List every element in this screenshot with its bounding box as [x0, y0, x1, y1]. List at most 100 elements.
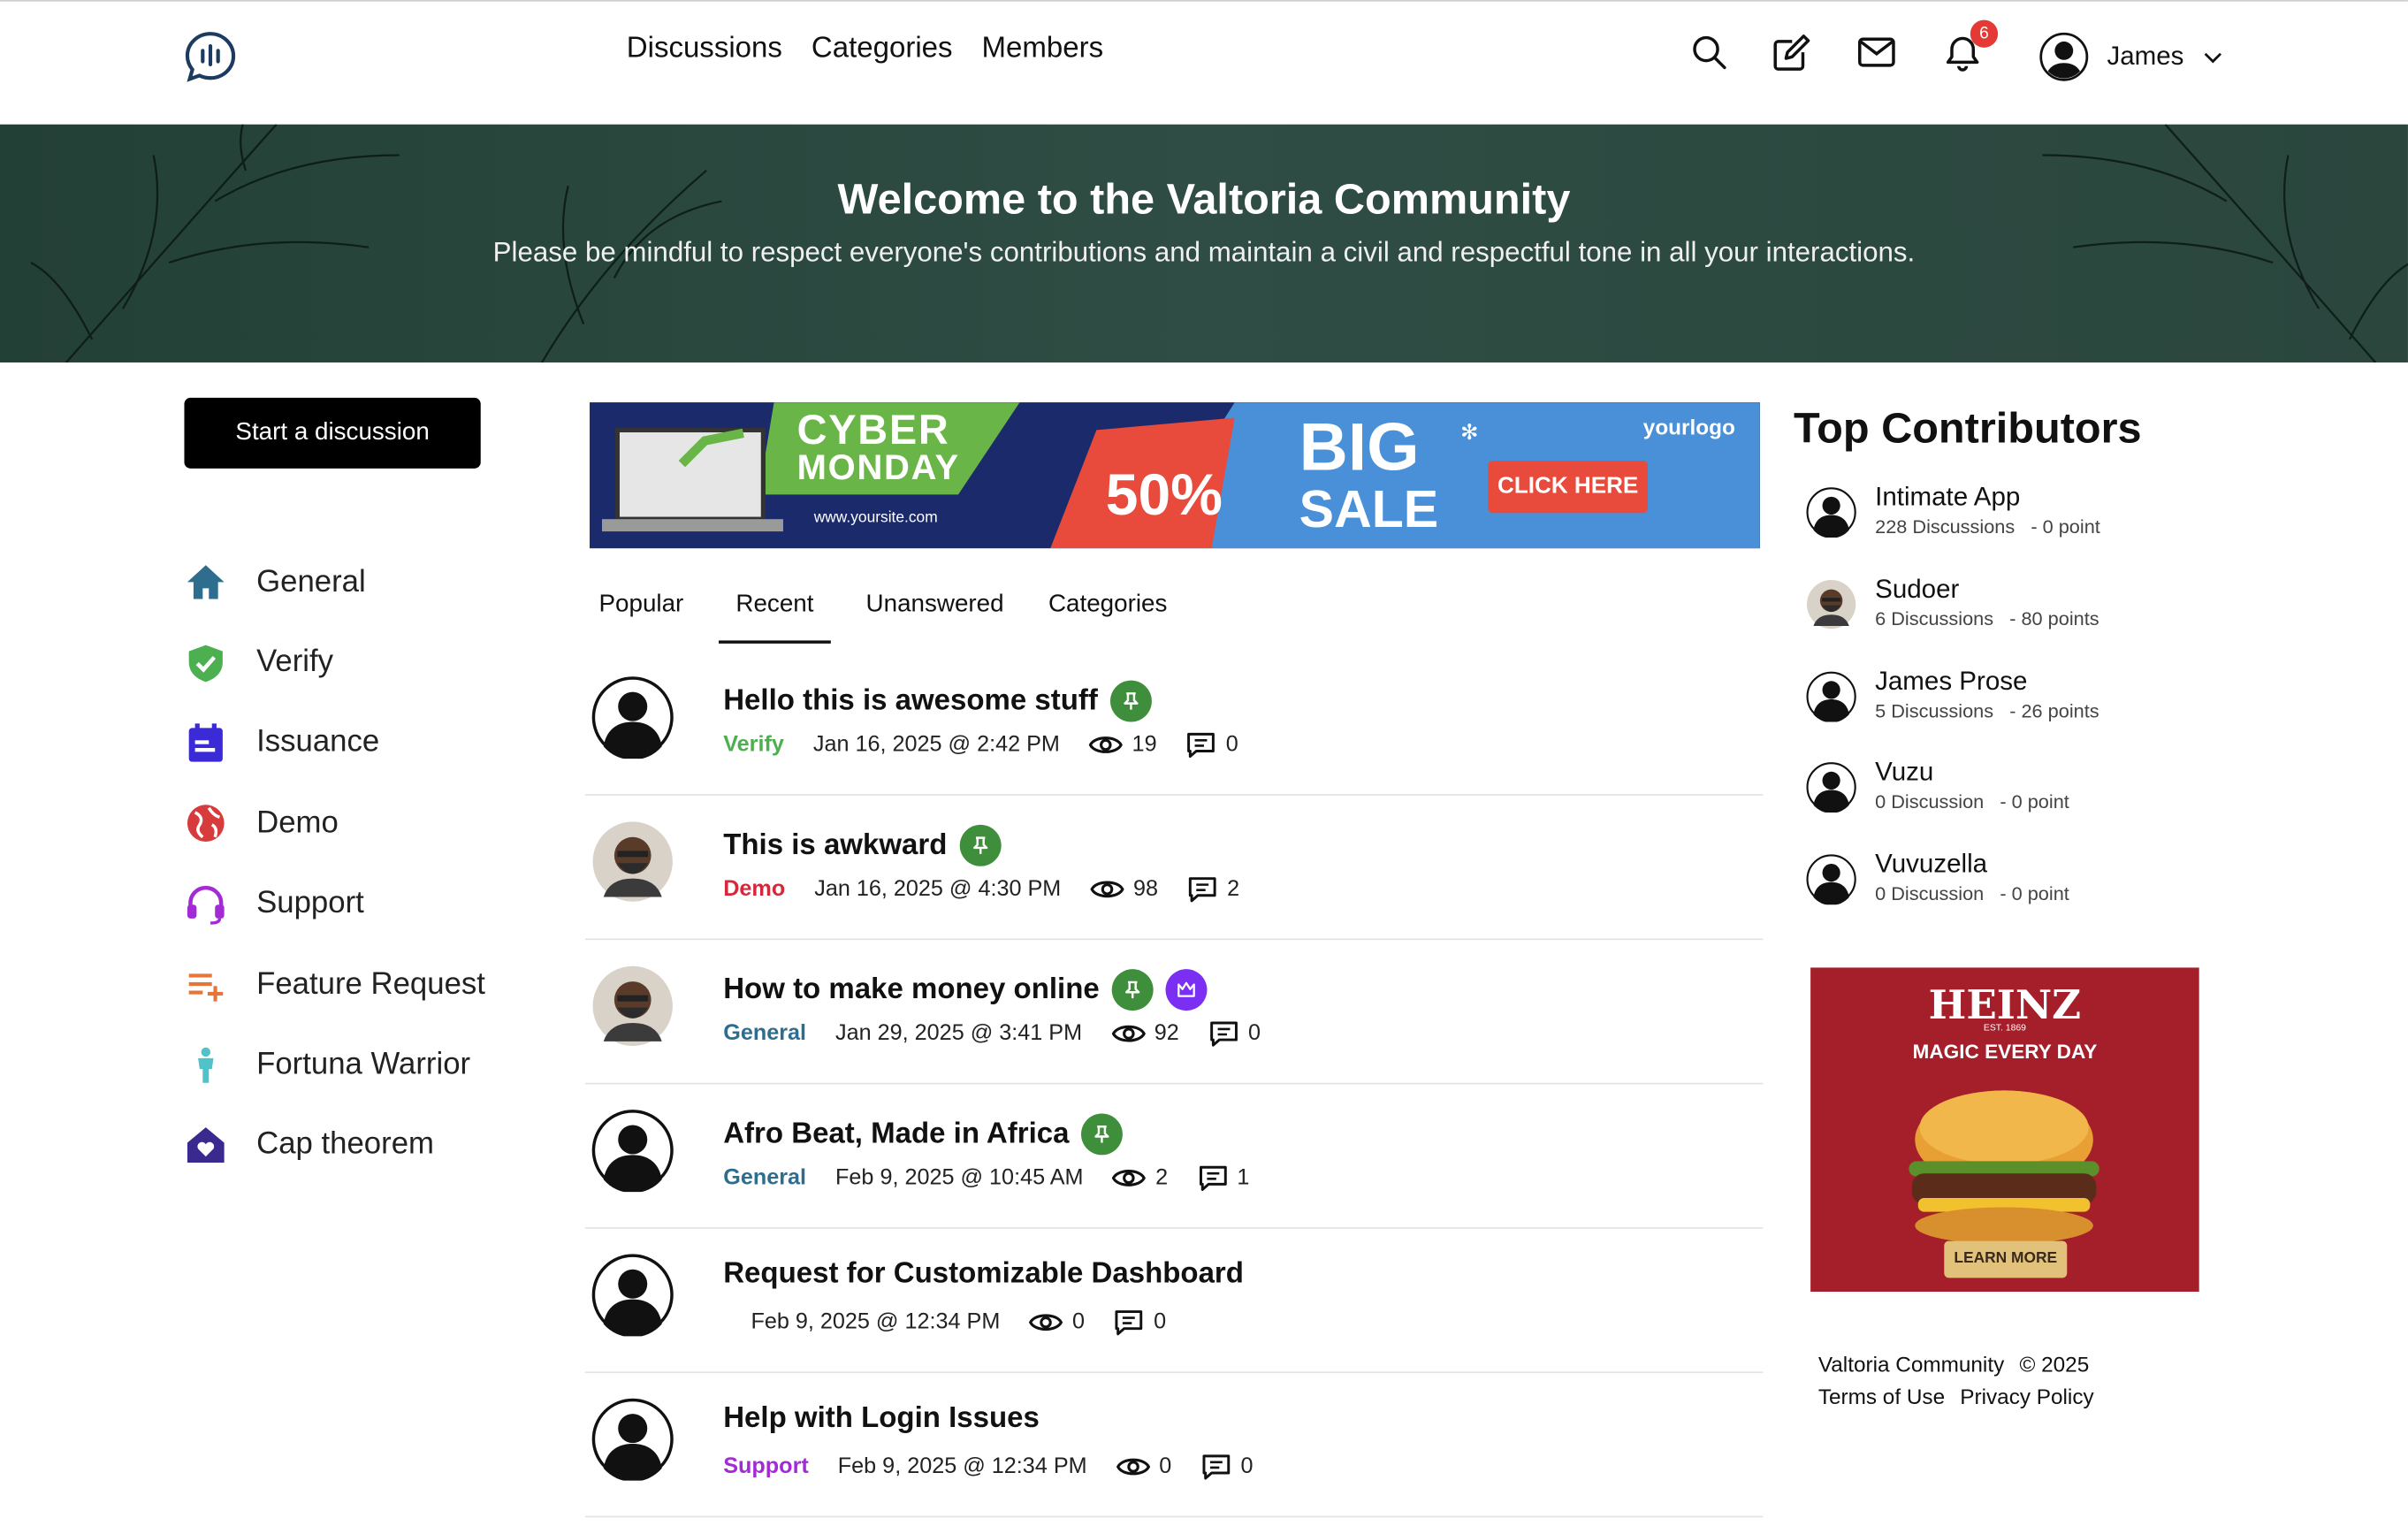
- discussion-meta: Verify Jan 16, 2025 @ 2:42 PM 19 0: [723, 731, 1238, 759]
- eye-icon: [1029, 1310, 1063, 1335]
- contributor-avatar-icon[interactable]: [1806, 854, 1856, 906]
- cyber-monday-banner-ad[interactable]: ✻ CYBER MONDAY www.yoursite.com 50% BIG …: [590, 402, 1760, 549]
- sidebar-item-feature-request[interactable]: Feature Request: [184, 944, 485, 1025]
- discussion-title[interactable]: Hello this is awesome stuff: [723, 684, 1098, 718]
- sidebar-item-demo[interactable]: Demo: [184, 783, 484, 864]
- views-count: 0: [1159, 1454, 1172, 1479]
- author-avatar-icon[interactable]: [591, 1109, 674, 1194]
- heinz-brand: HEINZ: [1928, 982, 2082, 1029]
- user-menu[interactable]: James: [2039, 32, 2224, 81]
- contributor-name[interactable]: James Prose: [1875, 667, 2027, 698]
- search-icon[interactable]: [1689, 32, 1729, 72]
- heinz-ad[interactable]: HEINZ EST. 1869 MAGIC EVERY DAY LEARN MO…: [1810, 967, 2199, 1292]
- contributor-item[interactable]: Sudoer 6 Discussions - 80 points: [1806, 575, 2175, 642]
- category-link[interactable]: General: [723, 1021, 806, 1046]
- shield-check-icon: [184, 641, 227, 684]
- contributor-item[interactable]: Intimate App 228 Discussions - 0 point: [1806, 482, 2175, 549]
- contributor-item[interactable]: Vuvuzella 0 Discussion - 0 point: [1806, 850, 2175, 917]
- category-link[interactable]: Support: [723, 1454, 809, 1479]
- contributor-item[interactable]: James Prose 5 Discussions - 26 points: [1806, 667, 2175, 734]
- contributor-points: - 80 points: [2009, 607, 2099, 630]
- discussion-title-wrap[interactable]: Hello this is awesome stuff: [723, 680, 1152, 722]
- comments-count: 0: [1154, 1309, 1167, 1335]
- discussion-title-wrap[interactable]: This is awkward: [723, 824, 1002, 866]
- category-link[interactable]: Verify: [723, 733, 784, 758]
- comment-icon: [1114, 1309, 1145, 1336]
- footer-privacy-link[interactable]: Privacy Policy: [1960, 1384, 2093, 1408]
- discussion-title[interactable]: How to make money online: [723, 973, 1100, 1007]
- sidebar-item-label: Issuance: [256, 725, 380, 759]
- discussion-row[interactable]: How to make money online General Jan 29,…: [584, 940, 1764, 1085]
- sidebar-item-verify[interactable]: Verify: [184, 622, 484, 703]
- discussion-title-wrap[interactable]: Afro Beat, Made in Africa: [723, 1113, 1124, 1156]
- contributor-avatar-icon[interactable]: [1806, 487, 1856, 538]
- author-avatar-icon[interactable]: [591, 820, 674, 904]
- footer-terms-link[interactable]: Terms of Use: [1818, 1384, 1945, 1408]
- sidebar-item-label: Feature Request: [256, 966, 485, 1002]
- nav-discussions[interactable]: Discussions: [627, 32, 782, 65]
- heinz-tagline: MAGIC EVERY DAY: [1912, 1040, 2098, 1064]
- sidebar-item-fortuna-warrior[interactable]: Fortuna Warrior: [184, 1025, 484, 1105]
- user-name: James: [2107, 41, 2184, 71]
- sidebar-item-cap-theorem[interactable]: Cap theorem: [184, 1105, 484, 1186]
- category-sidebar: General Verify Issuance Demo Support Fea…: [184, 542, 485, 1186]
- tab-recent[interactable]: Recent: [719, 591, 831, 644]
- contributor-item[interactable]: Vuzu 0 Discussion - 0 point: [1806, 757, 2175, 824]
- contributor-avatar-icon[interactable]: [1806, 579, 1856, 629]
- contributor-stats: 228 Discussions - 0 point: [1875, 516, 2100, 538]
- discussion-title[interactable]: Help with Login Issues: [723, 1402, 1040, 1436]
- comments-count: 2: [1227, 876, 1240, 902]
- discussion-title-wrap[interactable]: Request for Customizable Dashboard: [723, 1258, 1244, 1292]
- nav-members[interactable]: Members: [982, 32, 1104, 65]
- sidebar-item-label: Fortuna Warrior: [256, 1047, 471, 1082]
- discussion-row[interactable]: Request for Customizable Dashboard Feb 9…: [584, 1229, 1764, 1374]
- author-avatar-icon[interactable]: [591, 1398, 674, 1482]
- contributor-name[interactable]: Sudoer: [1875, 575, 1959, 606]
- author-avatar-icon[interactable]: [591, 1254, 674, 1338]
- discussion-row[interactable]: This is awkward Demo Jan 16, 2025 @ 4:30…: [584, 796, 1764, 941]
- discussion-row[interactable]: Hello this is awesome stuff Verify Jan 1…: [584, 652, 1764, 796]
- banner-sale: SALE: [1299, 480, 1439, 539]
- views-count: 2: [1155, 1165, 1169, 1191]
- nav-categories[interactable]: Categories: [812, 32, 953, 65]
- top-contributors-title: Top Contributors: [1794, 403, 2142, 452]
- footer-brand: Valtoria Community: [1817, 1351, 2005, 1377]
- mail-icon[interactable]: [1856, 32, 1896, 72]
- sidebar-item-support[interactable]: Support: [184, 864, 484, 944]
- contributor-avatar-icon[interactable]: [1806, 762, 1856, 813]
- discussion-title[interactable]: Request for Customizable Dashboard: [723, 1258, 1244, 1292]
- discussion-meta: Support Feb 9, 2025 @ 12:34 PM 0 0: [723, 1453, 1254, 1480]
- category-link[interactable]: Demo: [723, 877, 785, 902]
- category-link[interactable]: General: [723, 1166, 806, 1191]
- views-count: 92: [1154, 1021, 1179, 1047]
- sidebar-item-general[interactable]: General: [184, 542, 484, 622]
- tab-unanswered[interactable]: Unanswered: [857, 591, 1013, 644]
- headset-icon: [184, 882, 227, 926]
- community-logo-icon[interactable]: [184, 31, 236, 83]
- discussion-row[interactable]: Afro Beat, Made in Africa General Feb 9,…: [584, 1084, 1764, 1229]
- compose-icon[interactable]: [1772, 32, 1812, 72]
- contributor-name[interactable]: Intimate App: [1875, 482, 2020, 513]
- contributor-name[interactable]: Vuvuzella: [1875, 850, 1987, 881]
- heinz-learn-more: LEARN MORE: [1954, 1250, 2058, 1268]
- discussion-row[interactable]: Help with Login Issues Support Feb 9, 20…: [584, 1373, 1764, 1518]
- discussion-title-wrap[interactable]: Help with Login Issues: [723, 1402, 1040, 1436]
- contributor-name[interactable]: Vuzu: [1875, 757, 1933, 788]
- author-avatar-icon[interactable]: [591, 965, 674, 1048]
- contributor-avatar-icon[interactable]: [1806, 671, 1856, 723]
- tab-popular[interactable]: Popular: [590, 591, 693, 644]
- discussion-title[interactable]: This is awkward: [723, 828, 947, 862]
- comments-stat: 2: [1187, 875, 1239, 903]
- author-avatar-icon[interactable]: [591, 675, 674, 760]
- sidebar-item-issuance[interactable]: Issuance: [184, 703, 484, 783]
- eye-icon: [1088, 733, 1124, 758]
- tab-categories[interactable]: Categories: [1040, 591, 1177, 644]
- discussion-title[interactable]: Afro Beat, Made in Africa: [723, 1118, 1069, 1151]
- eye-icon: [1111, 1021, 1146, 1046]
- eye-icon: [1090, 877, 1124, 902]
- discussion-title-wrap[interactable]: How to make money online: [723, 969, 1208, 1011]
- contributor-discussions: 228 Discussions: [1875, 515, 2016, 538]
- discussion-list: Hello this is awesome stuff Verify Jan 1…: [584, 652, 1764, 1518]
- start-discussion-button[interactable]: Start a discussion: [184, 397, 481, 469]
- list-add-icon: [184, 963, 227, 1006]
